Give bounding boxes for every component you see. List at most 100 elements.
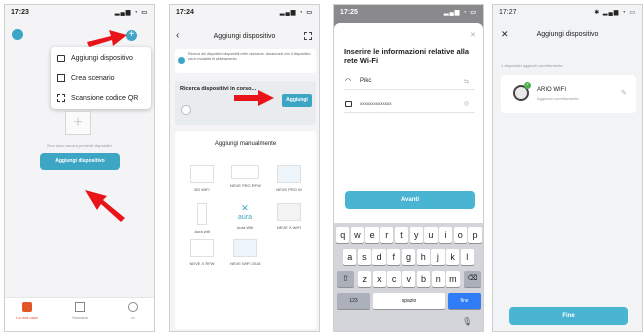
manual-section-title: Aggiungi manualmente [214,141,277,147]
key-v[interactable]: v [402,271,416,287]
device-name: ARIO WIFI [537,87,566,93]
key-e[interactable]: e [365,227,379,243]
key-k[interactable]: k [445,249,460,265]
key-y[interactable]: y [409,227,423,243]
close-icon[interactable]: ✕ [470,31,476,39]
done-key[interactable]: fine [448,293,481,309]
add-device-button[interactable]: Aggiungi dispositivo [40,153,120,170]
added-count-text: 1 dispositivi aggiunti correttamente [501,63,563,68]
key-d[interactable]: d [372,249,386,265]
red-arrow-icon [87,30,127,47]
signal-battery-icon: ▂▄▆ ◔ ▭ [114,10,148,16]
empty-state-icon: + [65,111,91,135]
done-button[interactable]: Fine [509,307,628,325]
thermostat-icon [190,165,214,183]
signal-battery-icon: ▂▄▆ ◔ ▭ [443,10,477,16]
thermostat-icon [231,165,259,179]
key-f[interactable]: f [387,249,401,265]
device-tile[interactable]: NEVE X RFW [187,239,217,266]
aura-logo-icon: ✕ aura [237,203,252,221]
success-check-icon: ✓ [524,82,531,89]
profile-icon [128,302,138,312]
status-bar: 17:24 ▂▄▆ ◔ ▭ [170,5,319,19]
divider [344,89,475,90]
key-s[interactable]: s [357,249,372,265]
numbers-key[interactable]: 123 [337,293,370,309]
signal-battery-icon: ▂▄▆ ◔ ▭ [279,10,313,16]
key-u[interactable]: u [424,227,438,243]
key-m[interactable]: m [446,271,460,287]
menu-item-create-scenario[interactable]: Crea scenario [57,69,149,87]
key-z[interactable]: z [358,271,372,287]
next-button[interactable]: Avanti [345,191,475,209]
added-device-card[interactable]: ✓ ARIO WIFI Aggiunto correttamente ✎ [501,75,636,113]
key-b[interactable]: b [416,271,431,287]
home-icon [22,302,32,312]
key-o[interactable]: o [453,227,467,243]
eye-icon[interactable]: ◎ [464,100,469,107]
page-title: Aggiungi dispositivo [536,31,599,38]
key-q[interactable]: q [336,227,350,243]
found-device-icon [181,105,191,115]
red-arrow-icon [85,190,125,222]
divider [344,112,475,113]
menu-item-add-device[interactable]: Aggiungi dispositivo [57,49,149,67]
status-time: 17:27 [499,9,517,16]
key-r[interactable]: r [380,227,394,243]
key-j[interactable]: j [431,249,445,265]
menu-item-scan-qr[interactable]: Scansione codice QR [57,89,149,107]
bluetooth-icon [178,57,185,64]
qr-scan-icon [57,94,65,102]
switch-network-icon[interactable]: ⇆ [464,78,469,85]
device-tile[interactable]: NEVE X WIFI [274,203,304,230]
device-tile[interactable]: NEVE WIFI 2018 [230,239,260,266]
key-l[interactable]: l [460,249,474,265]
thermostat-icon [233,239,257,257]
key-c[interactable]: c [387,271,401,287]
key-g[interactable]: g [401,249,416,265]
device-tile[interactable]: Aura wifi [187,203,217,234]
space-key[interactable]: spazio [373,293,445,309]
scan-icon[interactable] [304,32,312,40]
thermostat-icon [197,203,207,225]
scenario-icon [75,302,85,312]
microphone-icon[interactable]: 🎙 [462,317,472,326]
key-p[interactable]: p [468,227,482,243]
add-menu-dropdown: Aggiungi dispositivo Crea scenario Scans… [51,47,151,109]
wifi-dialog: ✕ Inserire le informazioni relative alla… [334,23,483,233]
empty-state-text: Non sono ancora presenti dispositivi [47,143,112,148]
status-time: 17:25 [340,9,358,16]
backspace-key[interactable]: ⌫ [464,271,481,287]
device-tile[interactable]: NEVE PRO RFW [230,165,261,188]
key-n[interactable]: n [431,271,445,287]
tab-profile[interactable]: Io [113,302,153,320]
wifi-heading: Inserire le informazioni relative alla r… [344,47,470,65]
lock-icon [345,101,352,107]
tab-home[interactable]: La mia casa [7,302,47,320]
thermostat-icon [277,203,301,221]
edit-pencil-icon[interactable]: ✎ [621,89,627,97]
bottom-tab-bar: La mia casa Scenario Io [5,297,154,331]
screen-wifi-config: 17:25 ▂▄▆ ◔ ▭ ✕ Inserire le informazioni… [333,4,484,332]
wifi-password-field[interactable]: xxxxxxxxxxxxxx [360,101,392,106]
thermostat-icon [277,165,301,183]
tab-scenario[interactable]: Scenario [60,302,100,320]
device-status: Aggiunto correttamente [537,96,579,101]
device-tile[interactable]: ✕ aura Aura Wifi [230,203,260,230]
key-x[interactable]: x [372,271,387,287]
status-bar: 17:25 ▂▄▆ ◔ ▭ [334,5,483,19]
key-t[interactable]: t [394,227,409,243]
key-a[interactable]: a [343,249,357,265]
shift-key[interactable]: ⇧ [337,271,354,287]
key-w[interactable]: w [350,227,365,243]
status-time: 17:24 [176,9,194,16]
edit-icon [57,74,65,82]
wifi-ssid-field[interactable]: Pikc [360,78,371,84]
device-tile[interactable]: BG WIFI [187,165,217,192]
key-h[interactable]: h [416,249,430,265]
key-i[interactable]: i [438,227,453,243]
manual-section: Aggiungi manualmente BG WIFI NEVE PRO RF… [175,131,316,329]
add-found-device-button[interactable]: Aggiungi [282,94,312,107]
device-tile[interactable]: NEVE PRO W [274,165,304,192]
home-avatar-icon[interactable] [12,29,23,40]
